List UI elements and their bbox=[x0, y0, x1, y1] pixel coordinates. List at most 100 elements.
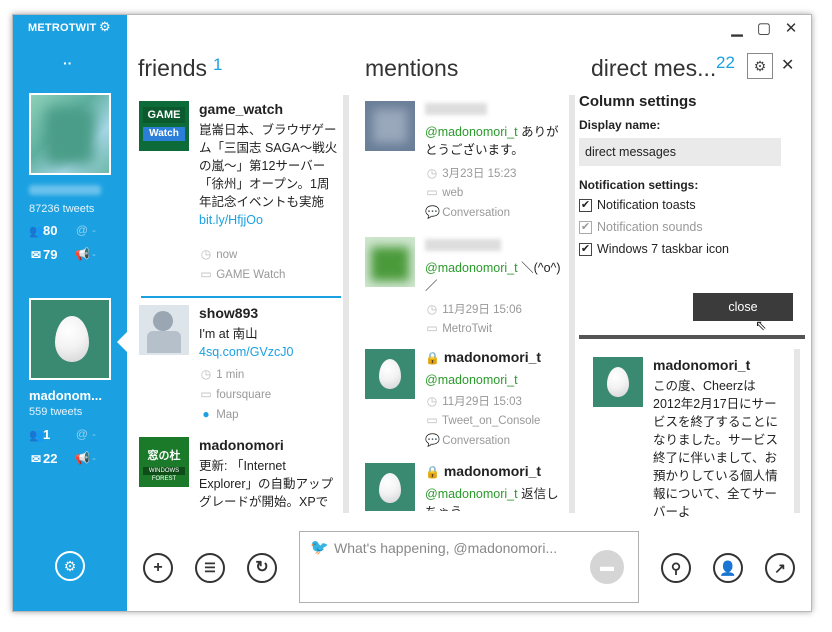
taskbar-icon-option[interactable]: ✔ Windows 7 taskbar icon bbox=[579, 242, 809, 264]
tweet-item[interactable]: 🔒 madonomori_t @madonomori_t 返信しちゃう bbox=[365, 463, 565, 511]
sidebar: METROTWIT ⚙ ·· 87236 tweets 👥80 @ - ✉ 79 … bbox=[13, 15, 127, 611]
avatar bbox=[365, 237, 415, 287]
tweet-link[interactable]: bit.ly/HfjjOo bbox=[199, 213, 263, 227]
close-window-button[interactable]: ✕ bbox=[781, 19, 801, 37]
clock-icon: ◷ bbox=[426, 394, 438, 408]
tweet-author[interactable]: 🔒 madonomori_t bbox=[425, 349, 541, 365]
mentions-scrollbar[interactable] bbox=[569, 95, 575, 513]
tweet-author[interactable]: madonomori bbox=[199, 437, 284, 453]
trends-button[interactable]: ↗ bbox=[765, 553, 795, 583]
account-settings-button[interactable]: ⚙ bbox=[55, 551, 85, 581]
tweet-text: 更新: 「Internet Explorer」の自動アップグレードが開始。XPで… bbox=[199, 459, 334, 509]
account1-messages[interactable]: ✉ 79 bbox=[29, 247, 58, 262]
tweet-source[interactable]: ▭ Tweet_on_Console bbox=[425, 413, 540, 427]
tweet-source[interactable]: ▭ web bbox=[425, 185, 463, 199]
settings-divider bbox=[579, 335, 805, 339]
map-link[interactable]: ● Map bbox=[199, 407, 238, 421]
close-settings-button[interactable]: close bbox=[693, 293, 793, 321]
envelope-icon: ✉ bbox=[30, 248, 42, 262]
tweet-link[interactable]: 4sq.com/GVzcJ0 bbox=[199, 345, 293, 359]
display-name-label: Display name: bbox=[579, 118, 661, 132]
tweet-source[interactable]: ▭ GAME Watch bbox=[199, 267, 285, 281]
display-name-input[interactable]: direct messages bbox=[579, 138, 781, 166]
unread-count: 22 bbox=[716, 53, 735, 72]
tweet-time: ◷ 3月23日 15:23 bbox=[426, 166, 517, 180]
people-icon: 👥 bbox=[29, 224, 44, 238]
account1-followers[interactable]: 👥80 bbox=[29, 223, 57, 238]
close-icon: ✕ bbox=[784, 20, 798, 37]
speech-bubble-icon: ▬ bbox=[600, 558, 614, 574]
more-icon[interactable]: ·· bbox=[63, 55, 72, 71]
account2-mentions[interactable]: @ - bbox=[75, 427, 96, 441]
blurred-author bbox=[425, 103, 487, 115]
tweet-item[interactable]: 窓の杜 WINDOWS FOREST madonomori 更新: 「Inter… bbox=[139, 437, 339, 511]
tweet-source[interactable]: ▭ foursquare bbox=[199, 387, 271, 401]
app-title: METROTWIT bbox=[28, 22, 97, 34]
app-window: METROTWIT ⚙ ·· 87236 tweets 👥80 @ - ✉ 79 … bbox=[12, 14, 812, 612]
envelope-icon: ✉ bbox=[30, 452, 42, 466]
checkbox-checked-icon[interactable]: ✔ bbox=[579, 199, 592, 213]
send-button[interactable]: ▬ bbox=[590, 550, 624, 584]
notification-sounds-option[interactable]: ✔ Notification sounds bbox=[579, 220, 809, 242]
new-column-button[interactable]: + bbox=[143, 553, 173, 583]
avatar bbox=[365, 463, 415, 511]
lists-button[interactable]: ☰ bbox=[195, 553, 225, 583]
mention-link[interactable]: @madonomori_t bbox=[425, 125, 518, 139]
minimize-button[interactable]: ▁ bbox=[727, 19, 747, 37]
tweet-author[interactable]: 🔒 madonomori_t bbox=[425, 463, 541, 479]
account2-followers[interactable]: 👥1 bbox=[29, 427, 50, 442]
dm-scrollbar[interactable] bbox=[794, 349, 800, 513]
maximize-button[interactable]: ▢ bbox=[754, 19, 774, 37]
refresh-button[interactable]: ↻ bbox=[247, 553, 277, 583]
clock-icon: ◷ bbox=[426, 166, 438, 180]
account1-mentions[interactable]: @ - bbox=[75, 223, 96, 237]
unread-count: 1 bbox=[213, 55, 223, 74]
tweet-author[interactable]: show893 bbox=[199, 305, 258, 321]
friends-timeline: GAME Watch game_watch 崑崙日本、ブラウザゲーム「三国志 S… bbox=[139, 99, 341, 511]
search-button[interactable]: ⚲ bbox=[661, 553, 691, 583]
gear-icon[interactable]: ⚙ bbox=[99, 19, 111, 35]
refresh-icon: ↻ bbox=[255, 559, 269, 576]
account2-messages[interactable]: ✉ 22 bbox=[29, 451, 58, 466]
mention-link[interactable]: @madonomori_t bbox=[425, 261, 518, 275]
tweet-time: ◷ 1 min bbox=[200, 367, 245, 381]
account2-tweet-count: 559 tweets bbox=[29, 406, 83, 418]
tweet-source[interactable]: ▭ MetroTwit bbox=[425, 321, 492, 335]
account-avatar-1[interactable] bbox=[29, 93, 111, 175]
maximize-icon: ▢ bbox=[756, 20, 772, 37]
monitor-icon: ▭ bbox=[200, 387, 212, 401]
tweet-author[interactable]: game_watch bbox=[199, 101, 283, 117]
profile-button[interactable]: 👤 bbox=[713, 553, 743, 583]
tweet-item[interactable]: 🔒 madonomori_t @madonomori_t ◷ 11月29日 15… bbox=[365, 349, 565, 461]
conversation-link[interactable]: 💬 Conversation bbox=[425, 433, 510, 447]
tweet-item[interactable]: @madonomori_t ありがとうございます。 ◷ 3月23日 15:23 … bbox=[365, 101, 565, 231]
checkbox-checked-icon[interactable]: ✔ bbox=[579, 221, 592, 235]
notification-toasts-option[interactable]: ✔ Notification toasts bbox=[579, 198, 809, 220]
tweet-item[interactable]: show893 I'm at 南山 4sq.com/GVzcJ0 ◷ 1 min… bbox=[139, 305, 339, 435]
tweet-item[interactable]: @madonomori_t ＼(^o^)／ ◷ 11月29日 15:06 ▭ M… bbox=[365, 237, 565, 347]
mention-link[interactable]: @madonomori_t bbox=[425, 487, 518, 501]
notification-settings-label: Notification settings: bbox=[579, 178, 699, 192]
checkbox-checked-icon[interactable]: ✔ bbox=[579, 243, 592, 257]
blurred-author bbox=[425, 239, 501, 251]
account-avatar-2[interactable] bbox=[29, 298, 111, 380]
conversation-icon: 💬 bbox=[425, 205, 440, 219]
conversation-link[interactable]: 💬 Conversation bbox=[425, 205, 510, 219]
direct-message-item[interactable]: madonomori_t この度、Cheerzは2012年2月17日にサービスを… bbox=[593, 357, 793, 519]
clock-icon: ◷ bbox=[200, 247, 212, 261]
tweet-text: @madonomori_t 返信しちゃう bbox=[425, 487, 559, 511]
settings-heading: Column settings bbox=[579, 93, 697, 110]
tweet-item[interactable]: GAME Watch game_watch 崑崙日本、ブラウザゲーム「三国志 S… bbox=[139, 101, 339, 291]
mention-link[interactable]: @madonomori_t bbox=[425, 373, 518, 387]
compose-box[interactable]: 🐦 What's happening, @madonomori... ▬ bbox=[299, 531, 639, 603]
account1-dms[interactable]: 📢 - bbox=[75, 247, 96, 261]
close-icon: ✕ bbox=[781, 57, 795, 74]
account2-dms[interactable]: 📢 - bbox=[75, 451, 96, 465]
tweet-text: 崑崙日本、ブラウザゲーム「三国志 SAGA～戦火の嵐～」第12サーバー「徐州」オ… bbox=[199, 123, 338, 227]
friends-scrollbar[interactable] bbox=[343, 95, 349, 513]
dm-author[interactable]: madonomori_t bbox=[653, 357, 750, 373]
clock-icon: ◷ bbox=[426, 302, 438, 316]
column-settings-button[interactable]: ⚙ bbox=[747, 53, 773, 79]
mentions-timeline: @madonomori_t ありがとうございます。 ◷ 3月23日 15:23 … bbox=[365, 99, 565, 511]
close-column-button[interactable]: ✕ bbox=[781, 55, 794, 75]
